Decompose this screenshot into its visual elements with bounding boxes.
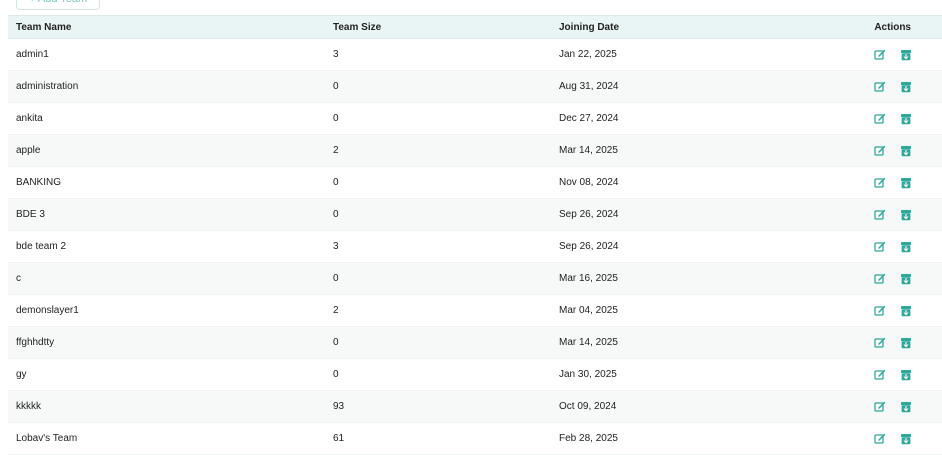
team-name-cell: gy (16, 369, 27, 380)
team-name-cell: ffghhdtty (16, 337, 55, 348)
team-name-cell: administration (16, 81, 79, 92)
team-size-cell: 2 (333, 145, 339, 156)
archive-icon[interactable] (900, 273, 912, 285)
header-team-size[interactable]: Team Size (325, 22, 551, 33)
header-actions: Actions (874, 21, 911, 33)
joining-date-cell: Mar 16, 2025 (559, 273, 618, 284)
team-size-cell: 61 (333, 433, 345, 444)
joining-date-cell: Mar 14, 2025 (559, 337, 618, 348)
archive-icon[interactable] (900, 49, 912, 61)
team-name-cell: bde team 2 (16, 241, 67, 252)
header-team-name[interactable]: Team Name (8, 22, 325, 33)
team-name-cell: Lobav's Team (16, 433, 78, 444)
team-name-cell: kkkkk (16, 401, 41, 412)
team-name-cell: ankita (16, 113, 43, 124)
actions-cell (851, 113, 942, 125)
team-name-cell: apple (16, 145, 41, 156)
table-row: admin1 3 Jan 22, 2025 (8, 39, 942, 71)
edit-icon[interactable] (874, 273, 886, 285)
actions-cell (851, 241, 942, 253)
table-row: gy 0 Jan 30, 2025 (8, 359, 942, 391)
team-size-cell: 3 (333, 49, 339, 60)
team-size-cell: 0 (333, 273, 339, 284)
joining-date-cell: Aug 31, 2024 (559, 81, 619, 92)
edit-icon[interactable] (874, 305, 886, 317)
edit-icon[interactable] (874, 49, 886, 61)
joining-date-cell: Dec 27, 2024 (559, 113, 619, 124)
archive-icon[interactable] (900, 113, 912, 125)
team-name-cell: c (16, 273, 21, 284)
table-row: BANKING 0 Nov 08, 2024 (8, 167, 942, 199)
archive-icon[interactable] (900, 177, 912, 189)
joining-date-cell: Mar 14, 2025 (559, 145, 618, 156)
joining-date-cell: Feb 28, 2025 (559, 433, 618, 444)
table-row: administration 0 Aug 31, 2024 (8, 71, 942, 103)
edit-icon[interactable] (874, 145, 886, 157)
actions-cell (851, 401, 942, 413)
table-row: bde team 2 3 Sep 26, 2024 (8, 231, 942, 263)
joining-date-cell: Jan 22, 2025 (559, 49, 617, 60)
table-row: demonslayer1 2 Mar 04, 2025 (8, 295, 942, 327)
team-size-cell: 0 (333, 209, 339, 220)
edit-icon[interactable] (874, 369, 886, 381)
actions-cell (851, 209, 942, 221)
edit-icon[interactable] (874, 177, 886, 189)
actions-cell (851, 145, 942, 157)
team-size-cell: 0 (333, 177, 339, 188)
joining-date-cell: Oct 09, 2024 (559, 401, 617, 412)
table-row: ankita 0 Dec 27, 2024 (8, 103, 942, 135)
archive-icon[interactable] (900, 433, 912, 445)
team-name-cell: BANKING (16, 177, 62, 188)
table-row: ffghhdtty 0 Mar 14, 2025 (8, 327, 942, 359)
archive-icon[interactable] (900, 81, 912, 93)
joining-date-cell: Sep 26, 2024 (559, 241, 619, 252)
table-row: kkkkk 93 Oct 09, 2024 (8, 391, 942, 423)
joining-date-cell: Nov 08, 2024 (559, 177, 619, 188)
team-size-cell: 0 (333, 113, 339, 124)
archive-icon[interactable] (900, 209, 912, 221)
archive-icon[interactable] (900, 305, 912, 317)
table-body: admin1 3 Jan 22, 2025 administration 0 Aug 31… (8, 39, 942, 455)
archive-icon[interactable] (900, 145, 912, 157)
team-size-cell: 2 (333, 305, 339, 316)
actions-cell (851, 49, 942, 61)
edit-icon[interactable] (874, 209, 886, 221)
edit-icon[interactable] (874, 337, 886, 349)
table-row: apple 2 Mar 14, 2025 (8, 135, 942, 167)
archive-icon[interactable] (900, 369, 912, 381)
actions-cell (851, 433, 942, 445)
team-size-cell: 0 (333, 337, 339, 348)
archive-icon[interactable] (900, 337, 912, 349)
team-name-cell: demonslayer1 (16, 305, 79, 316)
archive-icon[interactable] (900, 401, 912, 413)
team-size-cell: 3 (333, 241, 339, 252)
teams-table: Team Name Team Size Joining Date Actions… (8, 15, 942, 455)
edit-icon[interactable] (874, 113, 886, 125)
team-size-cell: 0 (333, 369, 339, 380)
actions-cell (851, 81, 942, 93)
header-joining-date[interactable]: Joining Date (551, 22, 851, 33)
edit-icon[interactable] (874, 81, 886, 93)
joining-date-cell: Jan 30, 2025 (559, 369, 617, 380)
add-team-button[interactable]: + Add Team (16, 0, 101, 10)
table-header: Team Name Team Size Joining Date Actions (8, 15, 942, 39)
table-row: c 0 Mar 16, 2025 (8, 263, 942, 295)
joining-date-cell: Mar 04, 2025 (559, 305, 618, 316)
archive-icon[interactable] (900, 241, 912, 253)
team-size-cell: 93 (333, 401, 345, 412)
table-row: BDE 3 0 Sep 26, 2024 (8, 199, 942, 231)
actions-cell (851, 177, 942, 189)
team-name-cell: BDE 3 (16, 209, 45, 220)
joining-date-cell: Sep 26, 2024 (559, 209, 619, 220)
actions-cell (851, 337, 942, 349)
actions-cell (851, 305, 942, 317)
team-size-cell: 0 (333, 81, 339, 92)
team-name-cell: admin1 (16, 49, 49, 60)
actions-cell (851, 369, 942, 381)
edit-icon[interactable] (874, 401, 886, 413)
edit-icon[interactable] (874, 241, 886, 253)
table-row: Lobav's Team 61 Feb 28, 2025 (8, 423, 942, 455)
actions-cell (851, 273, 942, 285)
edit-icon[interactable] (874, 433, 886, 445)
